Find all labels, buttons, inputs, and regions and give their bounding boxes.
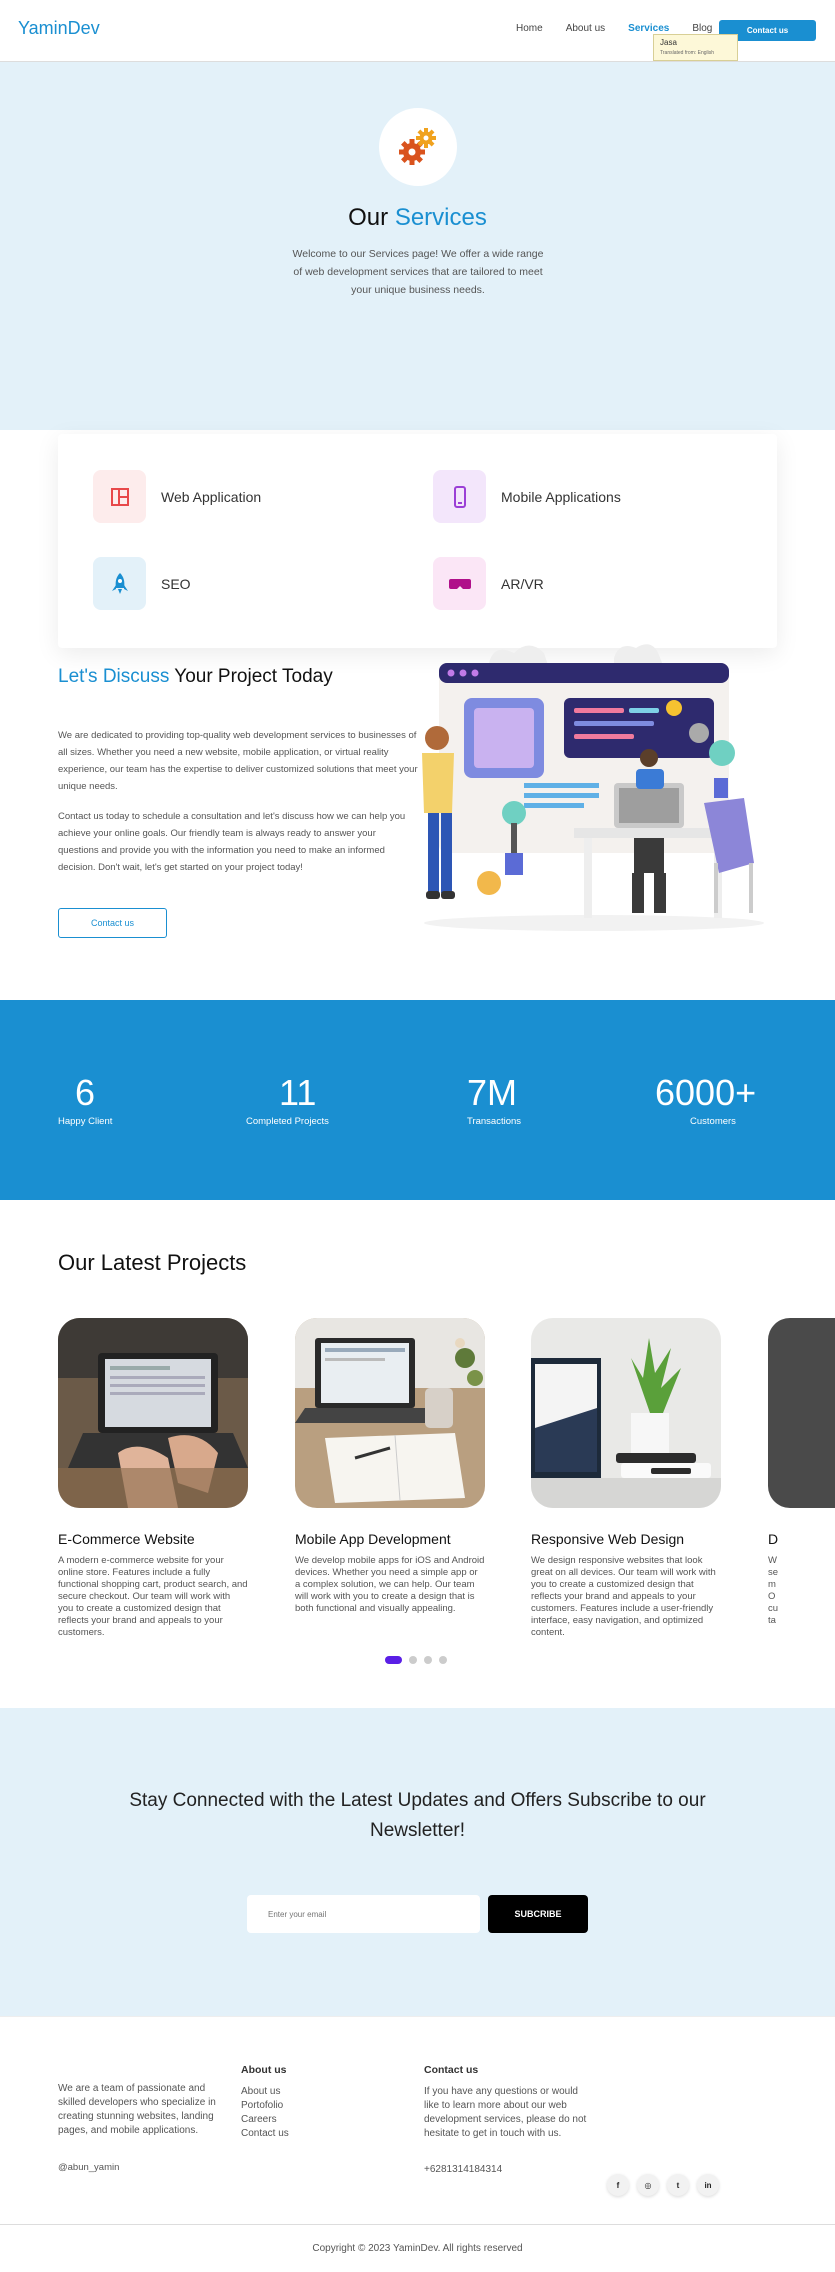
project-description: We develop mobile apps for iOS and Andro…: [295, 1555, 485, 1614]
copyright-text: Copyright © 2023 YaminDev. All rights re…: [312, 2243, 523, 2254]
newsletter-section: Stay Connected with the Latest Updates a…: [0, 1708, 835, 2016]
project-description: A modern e-commerce website for your onl…: [58, 1555, 248, 1638]
service-mobile-applications[interactable]: Mobile Applications: [433, 470, 621, 523]
projects-section: Our Latest Projects E-Commerce Website A…: [0, 1200, 835, 1708]
subscribe-button[interactable]: SUBCRIBE: [488, 1895, 588, 1933]
project-description: W se m O cu ta: [768, 1555, 779, 1626]
discuss-section: Let's Discuss Your Project Today We are …: [0, 633, 835, 1000]
projects-title: Our Latest Projects: [58, 1250, 247, 1275]
stat-label: Happy Client: [58, 1116, 113, 1127]
project-image-partial: [768, 1318, 835, 1508]
footer: We are a team of passionate and skilled …: [0, 2016, 835, 2224]
facebook-icon[interactable]: f: [607, 2174, 629, 2196]
newsletter-title: Stay Connected with the Latest Updates a…: [129, 1790, 706, 1841]
discuss-title: Let's Discuss Your Project Today: [58, 666, 333, 688]
title-plain: Our: [348, 204, 389, 231]
gears-icon: [379, 108, 457, 186]
project-card[interactable]: E-Commerce Website A modern e-commerce w…: [58, 1318, 248, 1639]
project-card[interactable]: Mobile App Development We develop mobile…: [295, 1318, 485, 1615]
vr-headset-icon: [433, 557, 486, 610]
project-title: D: [768, 1531, 779, 1547]
services-card: Web Application Mobile Applications SEO …: [58, 434, 777, 648]
stat-value: 6: [75, 1072, 96, 1113]
service-label: Mobile Applications: [501, 488, 621, 505]
discuss-paragraph-2: Contact us today to schedule a consultat…: [58, 811, 406, 873]
project-title: Responsive Web Design: [531, 1531, 685, 1547]
nav-link-about[interactable]: About us: [566, 23, 605, 34]
project-image-laptop-typing: [58, 1318, 248, 1508]
nav-links: Home About us Services Blog: [516, 23, 735, 34]
tooltip-sub: Translated from: English: [660, 50, 715, 56]
email-input[interactable]: [247, 1895, 480, 1933]
discuss-title-plain: Your Project Today: [174, 666, 333, 687]
footer-contact-title: Contact us: [424, 2064, 479, 2076]
navbar: YaminDev Home About us Services Blog Con…: [0, 0, 835, 62]
instagram-icon[interactable]: ◎: [637, 2174, 659, 2196]
footer-about-title: About us: [241, 2064, 287, 2076]
discuss-contact-button[interactable]: Contact us: [58, 908, 167, 938]
service-label: Web Application: [161, 488, 262, 505]
stat-completed-projects: 11 Completed Projects: [246, 1072, 329, 1127]
project-title: E-Commerce Website: [58, 1531, 195, 1547]
stat-label: Transactions: [467, 1116, 522, 1127]
footer-about-links: About us Portofolio Careers Contact us: [241, 2085, 289, 2141]
service-web-application[interactable]: Web Application: [93, 470, 261, 523]
stat-customers: 6000+ Customers: [655, 1072, 756, 1127]
copyright-bar: Copyright © 2023 YaminDev. All rights re…: [0, 2224, 835, 2272]
discuss-title-accent: Let's Discuss: [58, 666, 170, 687]
social-links: f ◎ t in: [607, 2174, 719, 2196]
mobile-phone-icon: [433, 470, 486, 523]
web-layout-icon: [93, 470, 146, 523]
translation-tooltip: Jasa Translated from: English: [653, 34, 738, 61]
service-ar-vr[interactable]: AR/VR: [433, 557, 544, 610]
carousel-dot-3[interactable]: [424, 1656, 432, 1664]
project-description: We design responsive websites that look …: [531, 1555, 716, 1638]
hero-section: Our Services Welcome to our Services pag…: [0, 62, 835, 648]
stat-label: Completed Projects: [246, 1116, 329, 1127]
developer-illustration: [422, 644, 764, 931]
footer-link-careers[interactable]: Careers: [241, 2113, 289, 2127]
title-accent: Services: [394, 204, 487, 231]
footer-link-portofolio[interactable]: Portofolio: [241, 2099, 289, 2113]
stat-value: 11: [279, 1072, 317, 1113]
project-card[interactable]: D W se m O cu ta: [768, 1318, 835, 1627]
footer-handle[interactable]: @abun_yamin: [58, 2162, 119, 2173]
hero-description: Welcome to our Services page! We offer a…: [292, 248, 544, 296]
project-image-laptop-notebook: [295, 1318, 485, 1508]
nav-link-home[interactable]: Home: [516, 23, 543, 34]
logo[interactable]: YaminDev: [18, 18, 100, 39]
discuss-paragraph-1: We are dedicated to providing top-qualit…: [58, 730, 418, 792]
page-title: Our Services: [0, 204, 835, 232]
footer-about-text: We are a team of passionate and skilled …: [58, 2083, 216, 2136]
footer-contact-text: If you have any questions or would like …: [424, 2086, 587, 2139]
linkedin-icon[interactable]: in: [697, 2174, 719, 2196]
stat-label: Customers: [690, 1116, 736, 1127]
nav-link-services[interactable]: Services: [628, 23, 669, 34]
rocket-icon: [93, 557, 146, 610]
project-title: Mobile App Development: [295, 1531, 451, 1547]
service-label: AR/VR: [501, 575, 544, 592]
nav-link-blog[interactable]: Blog: [692, 23, 712, 34]
footer-phone[interactable]: +6281314184314: [424, 2164, 502, 2175]
stat-value: 6000+: [655, 1072, 757, 1113]
footer-link-contact-us[interactable]: Contact us: [241, 2127, 289, 2141]
carousel-dot-1[interactable]: [385, 1656, 402, 1664]
tooltip-title: Jasa: [660, 38, 677, 47]
twitter-icon[interactable]: t: [667, 2174, 689, 2196]
stat-happy-client: 6 Happy Client: [58, 1072, 112, 1127]
service-seo[interactable]: SEO: [93, 557, 191, 610]
project-card[interactable]: Responsive Web Design We design responsi…: [531, 1318, 721, 1639]
stat-transactions: 7M Transactions: [467, 1072, 521, 1127]
footer-link-about-us[interactable]: About us: [241, 2085, 289, 2099]
carousel-dots: [385, 1656, 447, 1664]
carousel-dot-4[interactable]: [439, 1656, 447, 1664]
project-image-laptop-plant: [531, 1318, 721, 1508]
stat-value: 7M: [467, 1072, 518, 1113]
stats-section: 6 Happy Client 11 Completed Projects 7M …: [0, 1000, 835, 1200]
service-label: SEO: [161, 575, 191, 592]
carousel-dot-2[interactable]: [409, 1656, 417, 1664]
